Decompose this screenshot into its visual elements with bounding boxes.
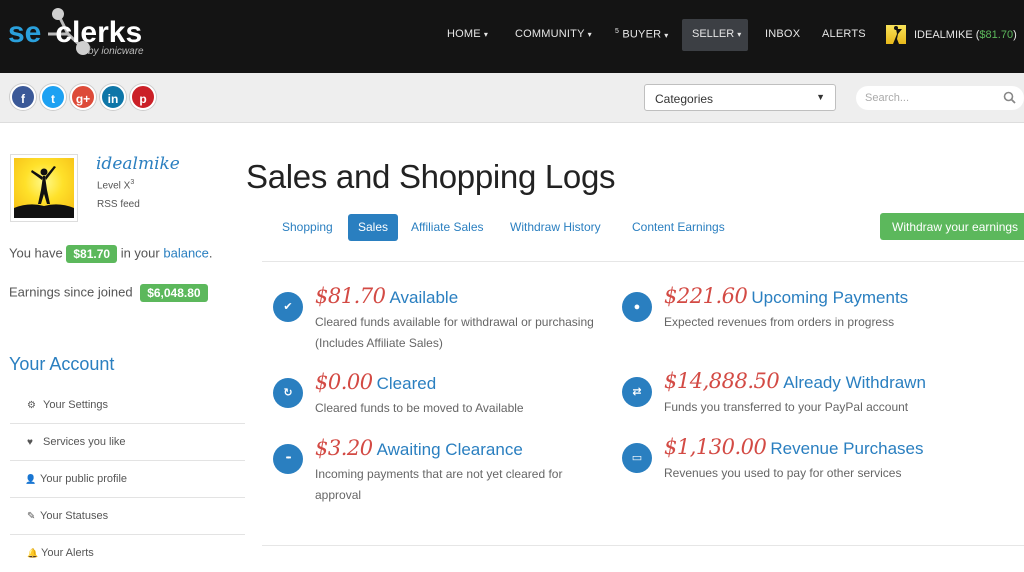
logo-text: se clerks <box>8 16 143 49</box>
user-icon: 👤 <box>25 474 37 484</box>
heart-icon: ♥ <box>27 437 33 448</box>
chevron-down-icon: ▾ <box>587 30 592 39</box>
account-item-alerts[interactable]: 🔔 Your Alerts <box>10 535 245 572</box>
linkedin-icon[interactable]: in <box>100 84 126 110</box>
chevron-down-icon: ▾ <box>737 30 742 39</box>
credit-card-icon: ▭ <box>622 443 652 473</box>
stat-title: Revenue Purchases <box>770 439 924 458</box>
profile-level: Level X3 <box>97 179 135 192</box>
edit-icon: ✎ <box>27 511 36 522</box>
stat-title: Available <box>389 288 459 307</box>
stat-amount: $3.20 <box>315 436 373 460</box>
stat-title: Awaiting Clearance <box>376 440 523 459</box>
buyer-badge: 5 <box>615 28 620 35</box>
earnings-badge: $6,048.80 <box>140 284 208 302</box>
search-input[interactable] <box>856 86 1024 110</box>
stat-title: Cleared <box>376 374 437 393</box>
gears-icon: ⚙ <box>27 400 36 411</box>
categories-label: Categories <box>655 92 714 106</box>
account-item-statuses[interactable]: ✎ Your Statuses <box>10 498 245 535</box>
bell-icon: 🔔 <box>27 548 39 558</box>
nav-balance: $81.70 <box>979 29 1014 41</box>
stat-amount: $0.00 <box>315 370 373 394</box>
nav-community[interactable]: COMMUNITY ▾ <box>515 28 592 40</box>
divider-top <box>262 261 1024 262</box>
account-item-public-profile[interactable]: 👤 Your public profile <box>10 461 245 498</box>
stat-description: Expected revenues from orders in progres… <box>664 315 895 329</box>
your-account-heading: Your Account <box>9 354 115 374</box>
check-icon: ✔ <box>273 292 303 322</box>
google-plus-icon[interactable]: g+ <box>70 84 96 110</box>
nav-inbox[interactable]: INBOX <box>765 28 800 40</box>
stat-amount: $81.70 <box>315 284 386 308</box>
twitter-icon[interactable]: t <box>40 84 66 110</box>
account-item-settings[interactable]: ⚙ Your Settings <box>10 387 245 424</box>
exchange-icon: ⇄ <box>622 377 652 407</box>
nav-avatar <box>886 25 906 44</box>
stat-description: Incoming payments that are not yet clear… <box>315 467 563 502</box>
tab-shopping[interactable]: Shopping <box>282 214 333 241</box>
nav-alerts[interactable]: ALERTS <box>822 28 866 40</box>
stat-description: Revenues you used to pay for other servi… <box>664 466 902 480</box>
stat-title: Upcoming Payments <box>751 288 909 307</box>
stat-amount: $1,130.00 <box>664 435 767 459</box>
chevron-down-icon: ▾ <box>664 30 669 40</box>
categories-select[interactable]: Categories ▼ <box>644 84 836 111</box>
tab-content-earnings[interactable]: Content Earnings <box>632 214 725 241</box>
stat-amount: $221.60 <box>664 284 748 308</box>
social-bar: f t g+ in p Categories ▼ <box>0 73 1024 123</box>
refresh-icon: ↻ <box>273 378 303 408</box>
ellipsis-icon: ••• <box>273 444 303 474</box>
circle-icon: ● <box>622 292 652 322</box>
stat-description: Cleared funds to be moved to Available <box>315 401 524 415</box>
nav-buyer[interactable]: 5 BUYER ▾ <box>615 28 668 41</box>
account-item-services-liked[interactable]: ♥ Services you like <box>10 424 245 461</box>
page-title: Sales and Shopping Logs <box>246 158 616 195</box>
divider-bottom <box>262 545 1024 546</box>
logo-subtitle: by ionicware <box>88 46 144 57</box>
caret-down-icon: ▼ <box>816 92 825 102</box>
tab-affiliate-sales[interactable]: Affiliate Sales <box>411 214 484 241</box>
stat-title: Already Withdrawn <box>783 373 926 392</box>
stat-amount: $14,888.50 <box>664 369 780 393</box>
balance-link[interactable]: balance <box>163 245 209 260</box>
balance-line: You have $81.70 in your balance. <box>9 245 213 263</box>
profile-avatar[interactable] <box>10 154 78 222</box>
site-logo[interactable]: se clerks by ionicware <box>8 6 158 62</box>
tab-sales[interactable]: Sales <box>348 214 399 241</box>
search-icon[interactable] <box>1003 91 1016 104</box>
tab-withdraw-history[interactable]: Withdraw History <box>510 214 601 241</box>
earnings-line: Earnings since joined $6,048.80 <box>9 284 208 302</box>
nav-home[interactable]: HOME ▾ <box>447 28 488 40</box>
facebook-icon[interactable]: f <box>10 84 36 110</box>
withdraw-earnings-button[interactable]: Withdraw your earnings <box>880 213 1024 240</box>
avatar-silhouette-icon <box>14 166 74 218</box>
chevron-down-icon: ▾ <box>483 30 489 39</box>
balance-badge: $81.70 <box>66 245 118 263</box>
stat-description: Cleared funds available for withdrawal o… <box>315 315 594 350</box>
nav-seller[interactable]: SELLER ▾ <box>682 19 748 51</box>
profile-username[interactable]: idealmike <box>96 154 180 174</box>
rss-feed-link[interactable]: RSS feed <box>97 199 140 210</box>
stat-description: Funds you transferred to your PayPal acc… <box>664 400 909 414</box>
top-navbar: se clerks by ionicware HOME ▾ COMMUNITY ▾ 5… <box>0 0 1024 73</box>
pinterest-icon[interactable]: p <box>130 84 156 110</box>
nav-username: IDEALMIKE <box>914 29 973 41</box>
